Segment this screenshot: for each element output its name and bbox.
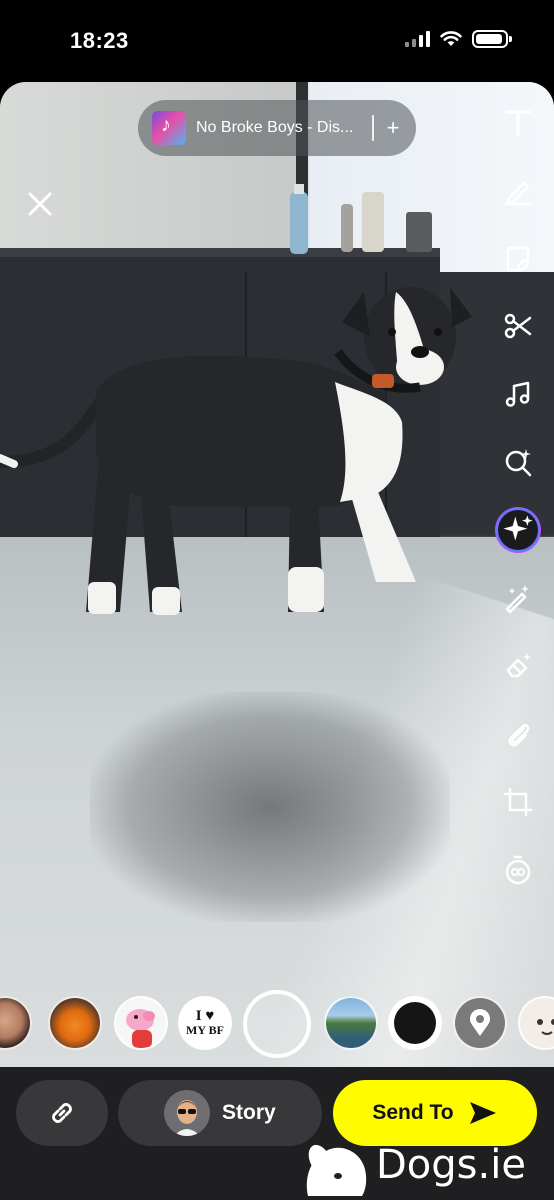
sticker-tool-button[interactable]: [496, 236, 540, 280]
scissors-tool-button[interactable]: [496, 304, 540, 348]
cat-sticker-icon: [537, 1019, 554, 1035]
close-button[interactable]: [22, 186, 58, 222]
ai-tool-circle: [498, 510, 538, 550]
music-track-pill[interactable]: No Broke Boys - Dis... +: [138, 100, 416, 156]
link-button[interactable]: [16, 1080, 108, 1146]
bitmoji-avatar-image: [164, 1090, 210, 1136]
editor-toolbar: [496, 100, 540, 916]
status-time: 18:23: [70, 28, 129, 53]
story-label: Story: [222, 1101, 276, 1124]
wifi-icon: [440, 31, 462, 46]
music-track-title: No Broke Boys - Dis...: [196, 119, 354, 136]
status-icons: [405, 30, 512, 48]
cellular-signal-icon: [405, 31, 430, 47]
paperclip-icon: [508, 723, 530, 747]
battery-icon: [472, 30, 512, 48]
sticker-icon: [506, 246, 530, 272]
lens-text-line2: MY BF: [186, 1023, 224, 1037]
sparkle-icon: [503, 515, 533, 541]
lens-cat-sticker[interactable]: [518, 996, 554, 1050]
snap-photo[interactable]: No Broke Boys - Dis... +: [0, 82, 554, 1067]
lens-search-tool-button[interactable]: [496, 440, 540, 484]
status-bar: 18:23: [0, 0, 554, 82]
black-circle-icon: [394, 1002, 436, 1044]
lens-peppa-pig[interactable]: [114, 996, 168, 1050]
lens-orange-mask[interactable]: [48, 996, 102, 1050]
dog-image: [0, 287, 472, 615]
scissors-icon: [504, 313, 532, 339]
infinity-timer-icon: [505, 855, 531, 885]
dog-reflection: [90, 692, 450, 922]
magnify-sparkle-icon: [505, 449, 532, 477]
send-arrow-icon: [469, 1102, 496, 1124]
lens-i-love-my-bf[interactable]: I ♥ MY BF: [178, 996, 232, 1050]
lens-location-pin[interactable]: [453, 996, 507, 1050]
story-button[interactable]: Story: [118, 1080, 322, 1146]
text-tool-button[interactable]: [496, 100, 540, 144]
timer-tool-button[interactable]: [496, 848, 540, 892]
capture-button[interactable]: [243, 990, 311, 1058]
attach-link-tool-button[interactable]: [496, 712, 540, 756]
add-music-button[interactable]: +: [384, 115, 402, 141]
lens-carousel[interactable]: I ♥ MY BF: [0, 990, 554, 1058]
send-to-label: Send To: [372, 1101, 454, 1124]
peppa-pig-icon: [126, 1009, 155, 1048]
counter-items: [290, 184, 432, 254]
link-icon: [52, 1103, 72, 1123]
magic-eraser-icon: [506, 653, 531, 678]
music-tool-button[interactable]: [496, 372, 540, 416]
eraser-tool-button[interactable]: [496, 644, 540, 688]
magic-tool-button[interactable]: [496, 576, 540, 620]
music-album-art: [152, 111, 186, 145]
bitmoji-avatar: [164, 1090, 210, 1136]
crop-tool-button[interactable]: [496, 780, 540, 824]
lens-landscape[interactable]: [324, 996, 378, 1050]
ai-tool-button[interactable]: [496, 508, 540, 552]
lens-black-circle[interactable]: [388, 996, 442, 1050]
dog-logo-icon: [306, 1144, 367, 1196]
close-icon: [28, 192, 52, 216]
magic-wand-icon: [505, 585, 529, 614]
lens-text-line1: I ♥: [195, 1008, 215, 1024]
text-icon: [505, 110, 531, 136]
pill-divider: [372, 115, 374, 141]
draw-tool-button[interactable]: [496, 168, 540, 212]
watermark-text: Dogs.ie: [376, 1142, 526, 1188]
music-note-icon: [505, 381, 530, 407]
pencil-icon: [504, 181, 532, 206]
lens-face[interactable]: [0, 996, 32, 1050]
location-pin-icon: [470, 1009, 490, 1036]
watermark: Dogs.ie: [300, 1132, 554, 1200]
crop-icon: [503, 787, 533, 817]
